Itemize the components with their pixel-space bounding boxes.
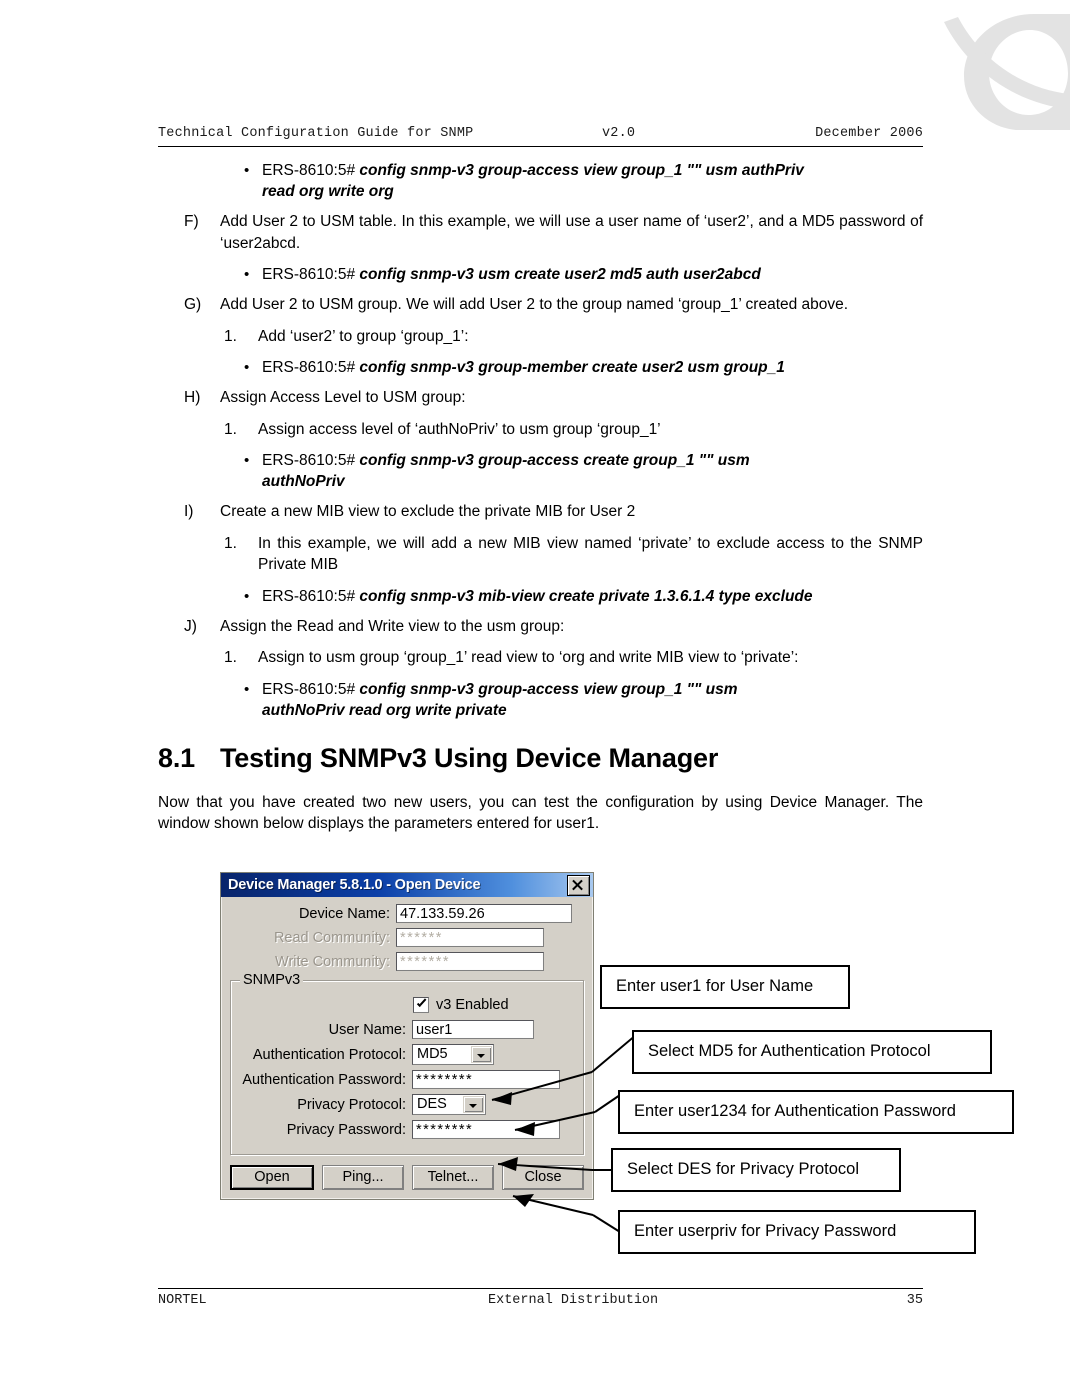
document-page: Technical Configuration Guide for SNMP v… — [0, 0, 1080, 1397]
callout-auth-protocol: Select MD5 for Authentication Protocol — [632, 1030, 992, 1074]
callout-leader-lines — [491, 1034, 637, 1233]
callout-auth-password: Enter user1234 for Authentication Passwo… — [618, 1090, 1014, 1134]
callout-user-name: Enter user1 for User Name — [600, 965, 850, 1009]
callout-privacy-password: Enter userpriv for Privacy Password — [618, 1210, 976, 1254]
callout-privacy-protocol: Select DES for Privacy Protocol — [611, 1148, 901, 1192]
